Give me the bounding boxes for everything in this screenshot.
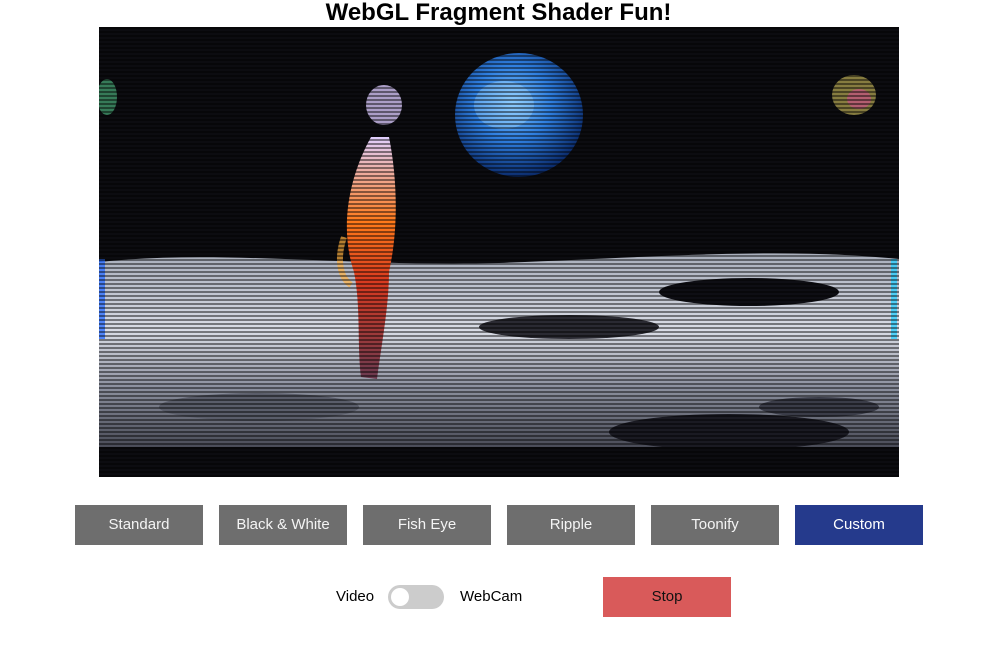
toggle-knob — [391, 588, 409, 606]
shader-button-ripple[interactable]: Ripple — [507, 505, 635, 545]
shader-button-fish-eye[interactable]: Fish Eye — [363, 505, 491, 545]
shader-canvas — [99, 27, 899, 477]
stop-button[interactable]: Stop — [603, 577, 731, 617]
video-source-label: Video — [336, 588, 375, 605]
video-frame-image — [99, 27, 899, 477]
page-title: WebGL Fragment Shader Fun! — [325, 0, 672, 26]
shader-button-custom[interactable]: Custom — [795, 505, 923, 545]
shader-button-black-white[interactable]: Black & White — [219, 505, 347, 545]
shader-button-standard[interactable]: Standard — [75, 505, 203, 545]
webcam-source-label: WebCam — [460, 588, 523, 605]
source-toggle-switch[interactable] — [388, 585, 444, 609]
shader-button-toonify[interactable]: Toonify — [651, 505, 779, 545]
